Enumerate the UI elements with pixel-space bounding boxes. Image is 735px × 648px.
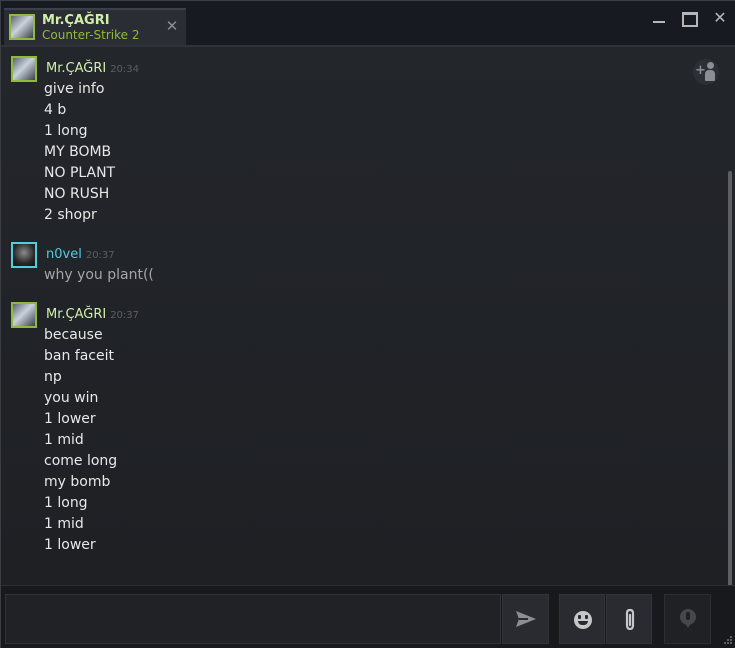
microphone-icon xyxy=(686,612,690,620)
tab-game-status: Counter-Strike 2 xyxy=(42,28,140,42)
attachment-button[interactable] xyxy=(606,594,652,644)
avatar[interactable] xyxy=(11,56,37,82)
timestamp: 20:34 xyxy=(110,64,140,75)
message-line: give info xyxy=(44,81,105,97)
message-line: 2 shopr xyxy=(44,207,97,223)
message-line: why you plant(( xyxy=(44,267,154,283)
maximize-icon[interactable] xyxy=(680,9,698,27)
resize-grip-icon[interactable] xyxy=(721,633,733,645)
message-line: NO PLANT xyxy=(44,165,116,181)
message-line: 1 lower xyxy=(44,411,96,427)
minimize-icon[interactable] xyxy=(650,9,668,27)
emoji-button[interactable] xyxy=(559,594,605,644)
sender-label: Mr.ÇAĞRI xyxy=(46,307,107,322)
send-button[interactable] xyxy=(502,594,549,644)
tab-friend-name: Mr.ÇAĞRI xyxy=(42,13,110,28)
emoji-icon xyxy=(574,611,592,629)
sender-label: Mr.ÇAĞRI xyxy=(46,61,107,76)
message-line: 1 long xyxy=(44,495,88,511)
message-line: np xyxy=(44,369,62,385)
message-lines: why you plant(( xyxy=(44,265,154,286)
message-line: come long xyxy=(44,453,118,469)
sender-label: n0vel xyxy=(46,247,82,262)
chat-window: Mr.ÇAĞRI Counter-Strike 2 ✕ ✕ + Mr.ÇAĞRI… xyxy=(0,0,735,648)
title-bar[interactable]: Mr.ÇAĞRI Counter-Strike 2 ✕ ✕ xyxy=(1,1,735,47)
message-lines: give info 4 b 1 long MY BOMB NO PLANT NO… xyxy=(44,79,115,226)
chat-tab-mr-cagri[interactable]: Mr.ÇAĞRI Counter-Strike 2 ✕ xyxy=(4,8,186,47)
attachment-icon xyxy=(625,608,635,631)
sender-name[interactable]: n0vel 20:37 xyxy=(46,247,115,262)
send-icon xyxy=(516,611,536,627)
tab-close-icon[interactable]: ✕ xyxy=(164,18,180,34)
avatar[interactable] xyxy=(11,302,37,328)
message-line: 4 b xyxy=(44,102,67,118)
message-line: 1 lower xyxy=(44,537,96,553)
message-composer xyxy=(1,585,735,648)
message-line: because xyxy=(44,327,103,343)
voice-chat-icon-tail xyxy=(685,623,691,628)
add-friend-icon[interactable]: + xyxy=(693,59,719,85)
message-line: ban faceit xyxy=(44,348,114,364)
message-line: my bomb xyxy=(44,474,111,490)
message-input[interactable] xyxy=(5,594,501,644)
sender-name[interactable]: Mr.ÇAĞRI 20:37 xyxy=(46,307,139,322)
message-line: MY BOMB xyxy=(44,144,112,160)
avatar[interactable] xyxy=(11,242,37,268)
message-line: you win xyxy=(44,390,99,406)
voice-chat-button[interactable] xyxy=(664,594,711,644)
message-line: 1 mid xyxy=(44,516,84,532)
sender-name[interactable]: Mr.ÇAĞRI 20:34 xyxy=(46,61,139,76)
timestamp: 20:37 xyxy=(110,310,140,321)
scrollbar-thumb[interactable] xyxy=(728,171,732,623)
chat-history[interactable]: + Mr.ÇAĞRI 20:34 give info 4 b 1 long MY … xyxy=(1,47,735,623)
timestamp: 20:37 xyxy=(85,250,115,261)
tab-avatar xyxy=(9,14,35,40)
close-icon[interactable]: ✕ xyxy=(711,9,729,27)
message-line: NO RUSH xyxy=(44,186,110,202)
message-line: 1 long xyxy=(44,123,88,139)
message-line: 1 mid xyxy=(44,432,84,448)
message-lines: because ban faceit np you win 1 lower 1 … xyxy=(44,325,117,556)
